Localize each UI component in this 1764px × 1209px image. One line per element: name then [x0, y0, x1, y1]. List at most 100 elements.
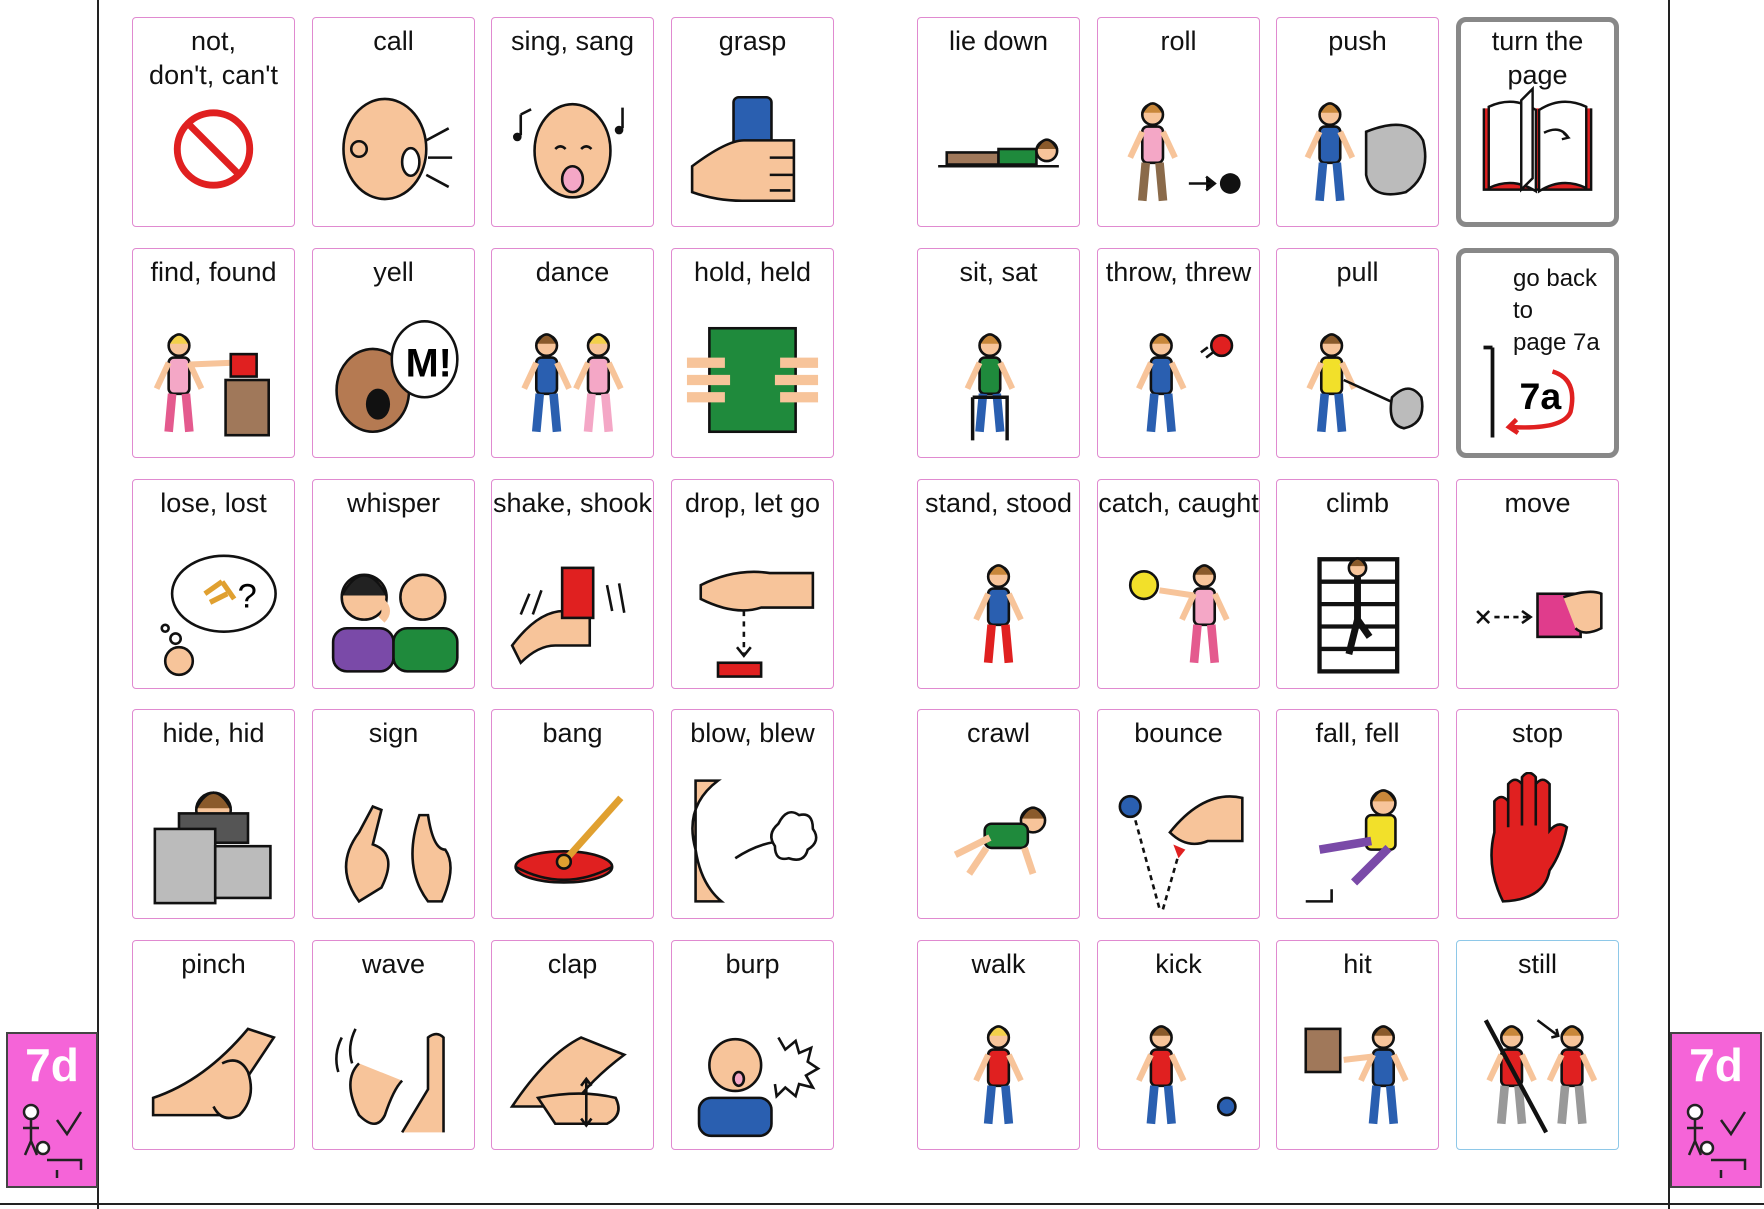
symbol-button-walk[interactable]: walk [917, 940, 1080, 1150]
symbol-button-stand[interactable]: stand, stood [917, 479, 1080, 689]
sign-icon [321, 772, 466, 910]
symbol-button-drop[interactable]: drop, let go [671, 479, 834, 689]
symbol-button-bounce[interactable]: bounce [1097, 709, 1260, 919]
symbol-label: catch, caught [1098, 488, 1259, 518]
roll-icon [1106, 80, 1251, 218]
symbol-button-hide[interactable]: hide, hid [132, 709, 295, 919]
symbol-label: shake, shook [492, 488, 653, 518]
symbol-button-kick[interactable]: kick [1097, 940, 1260, 1150]
drop-icon [680, 542, 825, 680]
symbol-button-no-sign[interactable]: not, don't, can't [132, 17, 295, 227]
page-tab-code: 7d [25, 1039, 79, 1091]
symbol-button-pinch[interactable]: pinch [132, 940, 295, 1150]
symbol-button-stop-hand[interactable]: stop [1456, 709, 1619, 919]
page-tab-code: 7d [1689, 1039, 1743, 1091]
sit-icon [926, 311, 1071, 449]
symbol-label: roll [1160, 26, 1197, 56]
symbol-button-roll[interactable]: roll [1097, 17, 1260, 227]
pinch-icon [141, 1003, 286, 1141]
symbol-label: yell [373, 257, 414, 287]
symbol-label: bounce [1134, 718, 1223, 748]
symbol-label: blow, blew [690, 718, 815, 748]
symbol-label: climb [1325, 488, 1389, 518]
symbol-label: drop, let go [684, 488, 821, 518]
symbol-button-grasp[interactable]: grasp [671, 17, 834, 227]
symbol-label: find, found [150, 257, 277, 287]
symbol-label: hit [1343, 949, 1372, 979]
climb-icon [1285, 542, 1430, 680]
call-icon [321, 80, 466, 218]
find-icon [141, 311, 286, 449]
symbol-label: call [373, 26, 414, 56]
drum-icon [500, 772, 645, 910]
symbol-button-fall[interactable]: fall, fell [1276, 709, 1439, 919]
symbol-label: burp [725, 949, 780, 979]
symbol-button-yell[interactable]: yell M! [312, 248, 475, 458]
throw-icon [1106, 311, 1251, 449]
symbol-button-crawl[interactable]: crawl [917, 709, 1080, 919]
stop-hand-icon [1465, 772, 1610, 910]
symbol-button-hit[interactable]: hit [1276, 940, 1439, 1150]
symbol-button-push[interactable]: push [1276, 17, 1439, 227]
symbol-button-call[interactable]: call [312, 17, 475, 227]
symbol-label: wave [361, 949, 426, 979]
book-icon [1469, 84, 1606, 214]
symbol-label: clap [547, 949, 598, 979]
symbol-button-shake[interactable]: shake, shook [491, 479, 654, 689]
page-tab-left[interactable]: 7d [6, 1032, 98, 1188]
symbol-label: pull [1336, 257, 1379, 287]
symbol-button-lose[interactable]: lose, lost? [132, 479, 295, 689]
burp-icon [680, 1003, 825, 1141]
symbol-label: push [1328, 26, 1387, 56]
yell-icon: M! [321, 311, 466, 449]
grasp-icon [680, 80, 825, 218]
blow-icon [680, 772, 825, 910]
symbol-label: hide, hid [162, 718, 265, 748]
symbol-label: lose, lost [160, 488, 267, 518]
symbol-button-climb[interactable]: climb [1276, 479, 1439, 689]
symbol-button-lie-down[interactable]: lie down [917, 17, 1080, 227]
symbol-button-book[interactable]: turn the page [1456, 17, 1619, 227]
symbol-button-dance[interactable]: dance [491, 248, 654, 458]
pull-icon [1285, 311, 1430, 449]
lie-down-icon [926, 80, 1071, 218]
symbol-button-find[interactable]: find, found [132, 248, 295, 458]
symbol-label: whisper [346, 488, 441, 518]
right-border-line [1668, 0, 1670, 1209]
symbol-button-sign[interactable]: sign [312, 709, 475, 919]
symbol-label: stand, stood [924, 488, 1073, 518]
symbol-label: grasp [718, 26, 787, 56]
wave-icon [321, 1003, 466, 1141]
move-icon [1465, 542, 1610, 680]
symbol-button-whisper[interactable]: whisper [312, 479, 475, 689]
symbol-button-catch[interactable]: catch, caught [1097, 479, 1260, 689]
catch-icon [1106, 542, 1251, 680]
walk-icon [926, 1003, 1071, 1141]
symbol-button-pull[interactable]: pull [1276, 248, 1439, 458]
symbol-button-drum[interactable]: bang [491, 709, 654, 919]
hit-icon [1285, 1003, 1430, 1141]
symbol-button-still[interactable]: still [1456, 940, 1619, 1150]
symbol-label: lie down [948, 26, 1049, 56]
fall-icon [1285, 772, 1430, 910]
symbol-button-hold[interactable]: hold, held [671, 248, 834, 458]
symbol-button-move[interactable]: move [1456, 479, 1619, 689]
symbol-button-wave[interactable]: wave [312, 940, 475, 1150]
symbol-button-burp[interactable]: burp [671, 940, 834, 1150]
symbol-button-sit[interactable]: sit, sat [917, 248, 1080, 458]
symbol-label: throw, threw [1105, 257, 1252, 287]
symbol-button-throw[interactable]: throw, threw [1097, 248, 1260, 458]
symbol-button-sing[interactable]: sing, sang [491, 17, 654, 227]
left-border-line [97, 0, 99, 1209]
page-tab-right[interactable]: 7d [1670, 1032, 1762, 1188]
svg-text:7a: 7a [1520, 375, 1563, 417]
symbol-button-clap[interactable]: clap [491, 940, 654, 1150]
symbol-button-blow[interactable]: blow, blew [671, 709, 834, 919]
symbol-button-go-back[interactable]: go back to page 7a 7a [1456, 248, 1619, 458]
whisper-icon [321, 542, 466, 680]
symbol-label: bang [542, 718, 603, 748]
symbol-label: crawl [966, 718, 1030, 748]
bottom-border-line [0, 1203, 1764, 1205]
symbol-label: turn the page [1491, 26, 1584, 90]
symbol-label: move [1504, 488, 1571, 518]
